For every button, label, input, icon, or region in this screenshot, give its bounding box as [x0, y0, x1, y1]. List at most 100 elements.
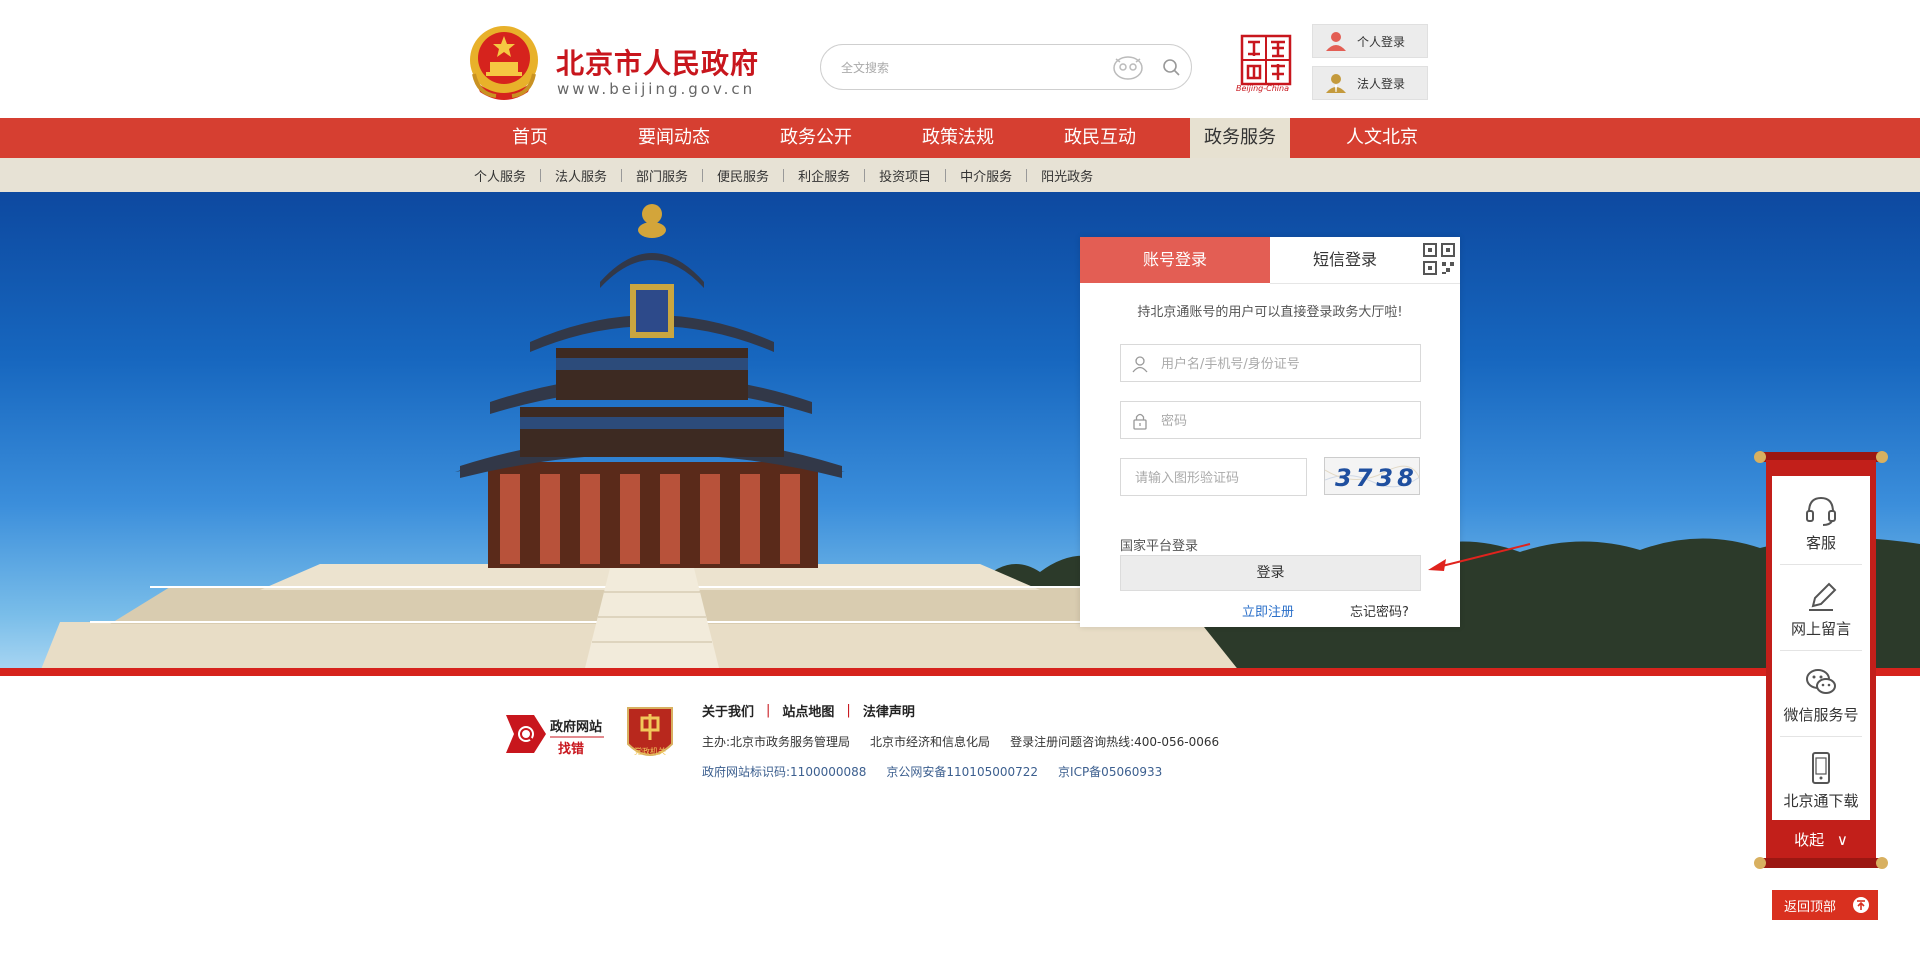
- red-arrow-icon: [1428, 543, 1531, 571]
- personal-login-button[interactable]: 个人登录: [1312, 24, 1428, 58]
- site-url: www.beijing.gov.cn: [557, 80, 756, 98]
- forgot-password-link[interactable]: 忘记密码?: [1350, 601, 1409, 620]
- footer-links: 关于我们 | 站点地图 | 法律声明: [702, 701, 915, 720]
- beijing-tong-download-button[interactable]: 北京通下载: [1772, 750, 1870, 811]
- footer-link-separator: |: [766, 703, 771, 718]
- customer-service-label: 客服: [1805, 534, 1836, 552]
- nav-gov-service[interactable]: 政务服务: [1190, 118, 1290, 158]
- footer-co-sponsor: 北京市经济和信息化局: [870, 735, 991, 749]
- back-to-top-button[interactable]: 返回顶部: [1772, 890, 1878, 920]
- collapse-label: 收起: [1794, 831, 1825, 849]
- captcha-graphic: 3738: [1325, 464, 1419, 492]
- legal-statement-link[interactable]: 法律声明: [863, 701, 915, 720]
- page: 北京市人民政府 www.beijing.gov.cn Beiji: [0, 0, 1920, 969]
- wechat-service-label: 微信服务号: [1783, 706, 1859, 724]
- personal-login-label: 个人登录: [1357, 34, 1406, 49]
- register-link[interactable]: 立即注册: [1242, 601, 1294, 620]
- main-nav: 首页 要闻动态 政务公开 政策法规 政民互动 政务服务 人文北京: [0, 118, 1920, 158]
- mascot-icon: [1113, 56, 1143, 80]
- phone-icon: [1812, 752, 1830, 784]
- chevron-down-icon: ∨: [1836, 831, 1848, 849]
- subnav-investment[interactable]: 投资项目: [865, 166, 945, 185]
- back-to-top-label: 返回顶部: [1784, 899, 1837, 915]
- arrow-up-icon: [1853, 897, 1869, 913]
- subnav-agency[interactable]: 中介服务: [946, 166, 1026, 185]
- captcha-input[interactable]: [1135, 468, 1295, 488]
- national-platform-login[interactable]: 国家平台登录: [1120, 535, 1198, 554]
- badge-gov-site-text: 政府网站: [550, 719, 602, 735]
- hero-banner: [0, 192, 1920, 672]
- site-error-report-badge[interactable]: 政府网站 找错: [506, 711, 606, 757]
- search-box: [820, 44, 1192, 90]
- footer-police-record[interactable]: 京公网安备110105000722: [886, 763, 1038, 780]
- collapse-button[interactable]: 收起 ∨: [1766, 826, 1876, 854]
- tab-account-login[interactable]: 账号登录: [1080, 237, 1270, 283]
- customer-service-button[interactable]: 客服: [1772, 492, 1870, 553]
- footer-site-id[interactable]: 政府网站标识码:1100000088: [702, 763, 866, 780]
- lock-icon: [1133, 413, 1147, 430]
- tab-sms-login[interactable]: 短信登录: [1270, 237, 1420, 283]
- nav-culture[interactable]: 人文北京: [1320, 118, 1444, 158]
- wechat-icon: [1806, 669, 1836, 694]
- login-panel: 账号登录 短信登录 持北京通账号的用户可以直接登录政务大厅啦! 用户名/手机号/…: [1080, 237, 1460, 627]
- password-field: [1120, 401, 1421, 439]
- online-message-button[interactable]: 网上留言: [1772, 578, 1870, 639]
- footer-link-separator: |: [846, 703, 851, 718]
- banner-red-stripe: [0, 668, 1920, 676]
- badge-find-error-text: 找错: [558, 741, 584, 757]
- username-input[interactable]: [1161, 354, 1411, 374]
- badge-party-text: 党政机关: [634, 746, 666, 756]
- party-gov-badge[interactable]: 党政机关: [624, 704, 676, 766]
- username-field: [1120, 344, 1421, 382]
- nav-gov-open[interactable]: 政务公开: [756, 118, 876, 158]
- float-divider: [1780, 650, 1862, 651]
- online-message-label: 网上留言: [1790, 620, 1851, 638]
- header: 北京市人民政府 www.beijing.gov.cn Beiji: [0, 0, 1920, 118]
- user-icon: [1132, 356, 1148, 373]
- seal-caption: Beijing-China: [1236, 84, 1289, 93]
- footer-sponsor-line: 主办:北京市政务服务管理局 北京市经济和信息化局 登录注册问题咨询热线:400-…: [702, 733, 1239, 750]
- captcha-image[interactable]: 3738: [1324, 457, 1420, 495]
- person-icon: [1326, 32, 1346, 51]
- captcha-text: 3738: [1335, 464, 1418, 492]
- subnav-sunshine[interactable]: 阳光政务: [1027, 166, 1107, 185]
- footer-registration-line: 政府网站标识码:1100000088 京公网安备110105000722 京IC…: [702, 763, 1182, 780]
- site-map-link[interactable]: 站点地图: [782, 701, 834, 720]
- subnav-convenience[interactable]: 便民服务: [703, 166, 783, 185]
- scroll-inner-panel: 客服 网上留言 微信服务号 北京通下载: [1772, 476, 1870, 820]
- subnav-corporate[interactable]: 法人服务: [541, 166, 621, 185]
- site-title[interactable]: 北京市人民政府: [556, 42, 759, 82]
- corporate-login-label: 法人登录: [1357, 76, 1406, 91]
- wechat-service-button[interactable]: 微信服务号: [1772, 664, 1870, 725]
- nav-interaction[interactable]: 政民互动: [1040, 118, 1160, 158]
- login-submit-button[interactable]: 登录: [1120, 555, 1421, 591]
- qr-code-icon[interactable]: [1422, 242, 1456, 276]
- temple-of-heaven-image: [40, 204, 1920, 672]
- national-emblem-icon: [470, 26, 538, 100]
- corporate-login-button[interactable]: 法人登录: [1312, 66, 1428, 100]
- nav-home[interactable]: 首页: [474, 118, 586, 158]
- search-icon[interactable]: [1161, 57, 1181, 77]
- nav-news[interactable]: 要闻动态: [614, 118, 734, 158]
- sub-nav: 个人服务 法人服务 部门服务 便民服务 利企服务 投资项目 中介服务 阳光政务: [0, 158, 1920, 192]
- about-us-link[interactable]: 关于我们: [702, 701, 754, 720]
- tab-divider: [1270, 283, 1460, 284]
- captcha-field: [1120, 458, 1307, 496]
- login-tip: 持北京通账号的用户可以直接登录政务大厅啦!: [1137, 305, 1403, 320]
- sub-nav-list: 个人服务 法人服务 部门服务 便民服务 利企服务 投资项目 中介服务 阳光政务: [474, 158, 1107, 192]
- beijing-tong-download-label: 北京通下载: [1783, 792, 1859, 810]
- scroll-bottom-ornament: [1754, 857, 1888, 869]
- footer-icp-record[interactable]: 京ICP备05060933: [1058, 763, 1162, 780]
- float-divider: [1780, 564, 1862, 565]
- footer-sponsor: 主办:北京市政务服务管理局: [702, 735, 851, 749]
- subnav-business[interactable]: 利企服务: [784, 166, 864, 185]
- subnav-department[interactable]: 部门服务: [622, 166, 702, 185]
- floating-service-bar: 客服 网上留言 微信服务号 北京通下载 收起 ∨: [1752, 446, 1890, 876]
- corporate-person-icon: [1326, 74, 1346, 93]
- password-input[interactable]: [1161, 411, 1411, 431]
- footer-hotline: 登录注册问题咨询热线:400-056-0066: [1010, 735, 1220, 749]
- headset-icon: [1806, 496, 1836, 526]
- search-input[interactable]: [841, 57, 1091, 79]
- nav-policy[interactable]: 政策法规: [898, 118, 1018, 158]
- subnav-personal[interactable]: 个人服务: [474, 166, 540, 185]
